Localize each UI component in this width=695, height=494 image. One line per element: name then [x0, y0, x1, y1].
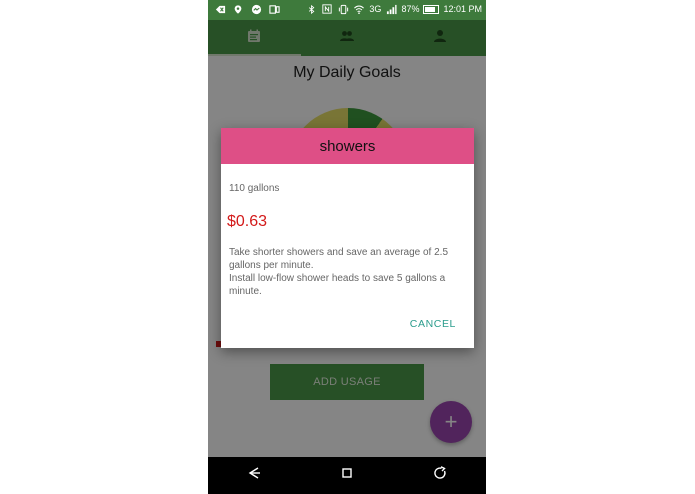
bluetooth-icon	[305, 3, 317, 15]
recents-icon	[433, 466, 447, 485]
tip-text: Take shorter showers and save an average…	[229, 247, 449, 271]
home-icon	[340, 466, 354, 485]
vibrate-icon	[337, 3, 349, 15]
nav-back-button[interactable]	[208, 457, 301, 494]
clock-time: 12:01	[443, 4, 466, 14]
dialog-tips: Take shorter showers and save an average…	[229, 246, 469, 298]
device-icon	[268, 3, 280, 15]
cancel-button[interactable]: CANCEL	[410, 318, 456, 330]
wifi-icon	[353, 3, 365, 15]
dialog-gallons: 110 gallons	[229, 183, 280, 194]
status-right: 3G 87% 12:01 PM	[305, 3, 482, 15]
dialog-header: showers	[221, 128, 474, 164]
status-bar: 3G 87% 12:01 PM	[208, 0, 486, 20]
nav-recents-button[interactable]	[393, 457, 486, 494]
notification-icon	[214, 3, 226, 15]
clock-suffix: PM	[468, 4, 483, 14]
network-type: 3G	[369, 4, 382, 14]
battery-icon	[423, 4, 440, 14]
signal-icon	[385, 3, 397, 15]
phone-screen: 3G 87% 12:01 PM My Daily Goals ADD USAGE…	[208, 0, 486, 494]
location-icon	[232, 3, 244, 15]
messenger-icon	[250, 3, 262, 15]
system-nav-bar	[208, 457, 486, 494]
tip-text: Install low-flow shower heads to save 5 …	[229, 273, 446, 297]
clock: 12:01 PM	[443, 3, 482, 15]
dialog-title: showers	[319, 137, 376, 155]
dialog-cost: $0.63	[227, 213, 268, 230]
goal-detail-dialog: showers 110 gallons $0.63 Take shorter s…	[221, 128, 474, 348]
back-icon	[247, 466, 261, 485]
nfc-icon	[321, 3, 333, 15]
battery-percent: 87%	[401, 4, 420, 14]
nav-home-button[interactable]	[301, 457, 394, 494]
status-left	[214, 3, 280, 15]
